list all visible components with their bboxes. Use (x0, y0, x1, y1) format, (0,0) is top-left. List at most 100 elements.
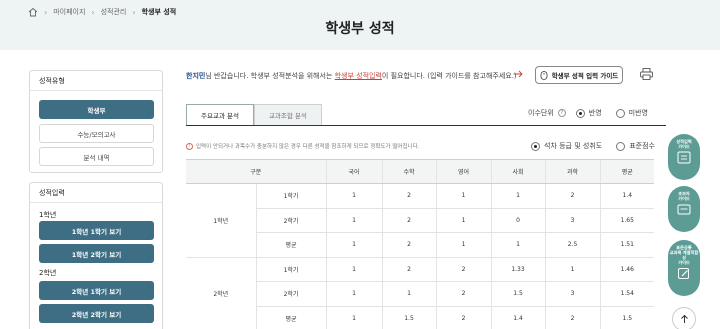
score-cell: 2 (435, 306, 491, 329)
breadcrumb-current: 학생부 성적 (141, 8, 177, 16)
column-header: 수학 (381, 159, 436, 184)
mouse-icon (540, 70, 548, 80)
score-cell: 1 (435, 183, 491, 209)
tab-main-subjects[interactable]: 주요교과 분석 (186, 104, 254, 125)
radio-apply-label[interactable]: 반영 (589, 108, 602, 118)
chevron-right-icon: › (132, 7, 136, 17)
home-icon[interactable] (28, 7, 38, 17)
float-standard-guide-button[interactable]: 표준공통 교과목 계열적합성 가이드 (668, 240, 700, 296)
input-guide-button[interactable]: 학생부 성적 입력 가이드 (535, 66, 623, 84)
card-icon (677, 204, 691, 215)
greeting-text: 한지민님 반갑습니다. 학생부 성적분석을 위해서는 학생부 성적입력이 필요합… (186, 71, 517, 81)
grade1-term1-button[interactable]: 1학년 1학기 보기 (39, 221, 154, 240)
radio-apply[interactable] (575, 108, 585, 118)
notice-text: 입력이 안되거나 과목수가 충분하지 않은 경우 다른 성적을 참조하게 되므로… (196, 144, 420, 150)
grade-cell: 2학년 (186, 257, 256, 329)
score-cell: 2 (381, 183, 436, 209)
grade-cell: 1학년 (186, 183, 256, 258)
term-cell: 평균 (255, 232, 326, 258)
analysis-tabs: 주요교과 분석 교과조합 분석 (186, 104, 322, 125)
table-row: 1학년 1학기 1 2 1 1 2 1.4 (186, 183, 654, 258)
radio-standard-score-label[interactable]: 표준점수 (629, 141, 655, 151)
radio-standard-score[interactable] (616, 141, 626, 151)
table-header-row: 구분 국어 수학 영어 사회 과학 평균 (186, 159, 654, 184)
float-beginner-guide-button[interactable]: 초보자 가이드 (668, 186, 700, 232)
table-row: 평균 1 2 1 1 2.5 1.51 (186, 232, 654, 258)
score-cell: 2 (381, 232, 436, 258)
grade1-term2-button[interactable]: 1학년 2학기 보기 (39, 244, 154, 263)
score-cell: 1.65 (599, 208, 654, 233)
score-cell: 1.5 (490, 281, 545, 307)
score-cell: 1.4 (599, 183, 654, 209)
radio-not-apply[interactable] (615, 108, 625, 118)
score-cell: 1 (325, 208, 382, 233)
score-cell: 2.5 (544, 232, 600, 258)
table-row: 2학기 1 2 1 0 3 1.65 (186, 208, 654, 233)
user-name: 한지민 (186, 72, 206, 80)
float-label: 가이드 (678, 144, 690, 149)
divider (30, 202, 162, 203)
table-row: 2학년 1학기 1 2 2 1.33 1 1.46 (186, 257, 654, 329)
score-cell: 1 (490, 232, 545, 258)
table-row: 평균 1 1.5 2 1.4 2 1.5 (186, 306, 654, 329)
column-header: 과학 (544, 159, 600, 184)
term-cell: 2학기 (255, 281, 326, 307)
score-cell: 2 (435, 281, 491, 307)
score-type-panel: 성적유형 학생부 수능/모의고사 분석 내역 (29, 70, 163, 173)
tab-subject-combination[interactable]: 교과조합 분석 (253, 104, 322, 125)
column-header: 국어 (325, 159, 382, 184)
radio-rank-grade-label[interactable]: 석차 등급 및 성취도 (544, 141, 602, 151)
score-cell: 1 (544, 257, 600, 282)
float-label: 가이드 (678, 260, 690, 265)
document-icon (677, 151, 691, 164)
column-header: 사회 (490, 159, 545, 184)
greeting-part2: 이 필요합니다. (입력 가이드를 참고해주세요.) (381, 72, 517, 80)
table-row: 2학기 1 1 2 1.5 3 1.54 (186, 281, 654, 307)
grade2-term1-button[interactable]: 2학년 1학기 보기 (39, 281, 154, 300)
score-cell: 0 (490, 208, 545, 233)
grade1-label: 1학년 (39, 211, 57, 219)
score-cell: 2 (381, 208, 436, 233)
score-cell: 1.5 (599, 306, 654, 329)
score-cell: 1 (490, 183, 545, 209)
score-cell: 2 (435, 257, 491, 282)
radio-rank-grade[interactable] (531, 141, 540, 151)
arrow-up-icon (680, 314, 688, 323)
greeting-part1: 님 반갑습니다. 학생부 성적분석을 위해서는 (205, 72, 335, 80)
column-header: 구분 (186, 159, 326, 184)
scroll-top-button[interactable] (672, 307, 696, 329)
score-input-link[interactable]: 학생부 성적입력 (335, 72, 382, 80)
student-record-button[interactable]: 학생부 (39, 100, 154, 119)
float-input-guide-button[interactable]: 성적입력 가이드 (668, 134, 700, 180)
score-cell: 2 (381, 257, 436, 282)
input-guide-label: 학생부 성적 입력 가이드 (551, 72, 619, 80)
breadcrumb-item[interactable]: 성적관리 (101, 7, 127, 17)
score-cell: 1 (325, 183, 382, 209)
score-cell: 1.51 (599, 232, 654, 258)
score-cell: 1.33 (490, 257, 545, 282)
score-input-panel: 성적입력 1학년 1학년 1학기 보기 1학년 2학기 보기 2학년 2학년 1… (29, 182, 163, 329)
radio-not-apply-label[interactable]: 미반영 (629, 108, 648, 118)
term-cell: 1학기 (255, 257, 326, 282)
column-header: 영어 (435, 159, 491, 184)
warning-icon: ! (186, 142, 193, 150)
term-cell: 2학기 (255, 208, 326, 233)
analysis-history-button[interactable]: 분석 내역 (39, 147, 154, 166)
mock-exam-button[interactable]: 수능/모의고사 (39, 124, 154, 143)
score-cell: 1 (435, 232, 491, 258)
completion-unit-label: 이수단위 (528, 109, 554, 117)
chevron-right-icon: › (44, 7, 48, 17)
divider (30, 90, 162, 91)
view-mode-group: 석차 등급 및 성취도 표준점수 (531, 141, 655, 151)
score-cell: 1 (381, 281, 436, 307)
grade2-term2-button[interactable]: 2학년 2학기 보기 (39, 304, 154, 323)
print-icon[interactable] (640, 68, 653, 80)
help-icon[interactable]: ? (557, 109, 566, 117)
grade2-label: 2학년 (39, 269, 57, 277)
breadcrumb-item[interactable]: 마이페이지 (53, 7, 85, 17)
score-type-title: 성적유형 (39, 77, 65, 85)
score-cell: 1 (325, 232, 382, 258)
completion-unit-group: 이수단위 ? 반영 미반영 (528, 108, 648, 118)
column-header: 평균 (599, 159, 654, 184)
chevron-right-icon: › (91, 7, 95, 17)
